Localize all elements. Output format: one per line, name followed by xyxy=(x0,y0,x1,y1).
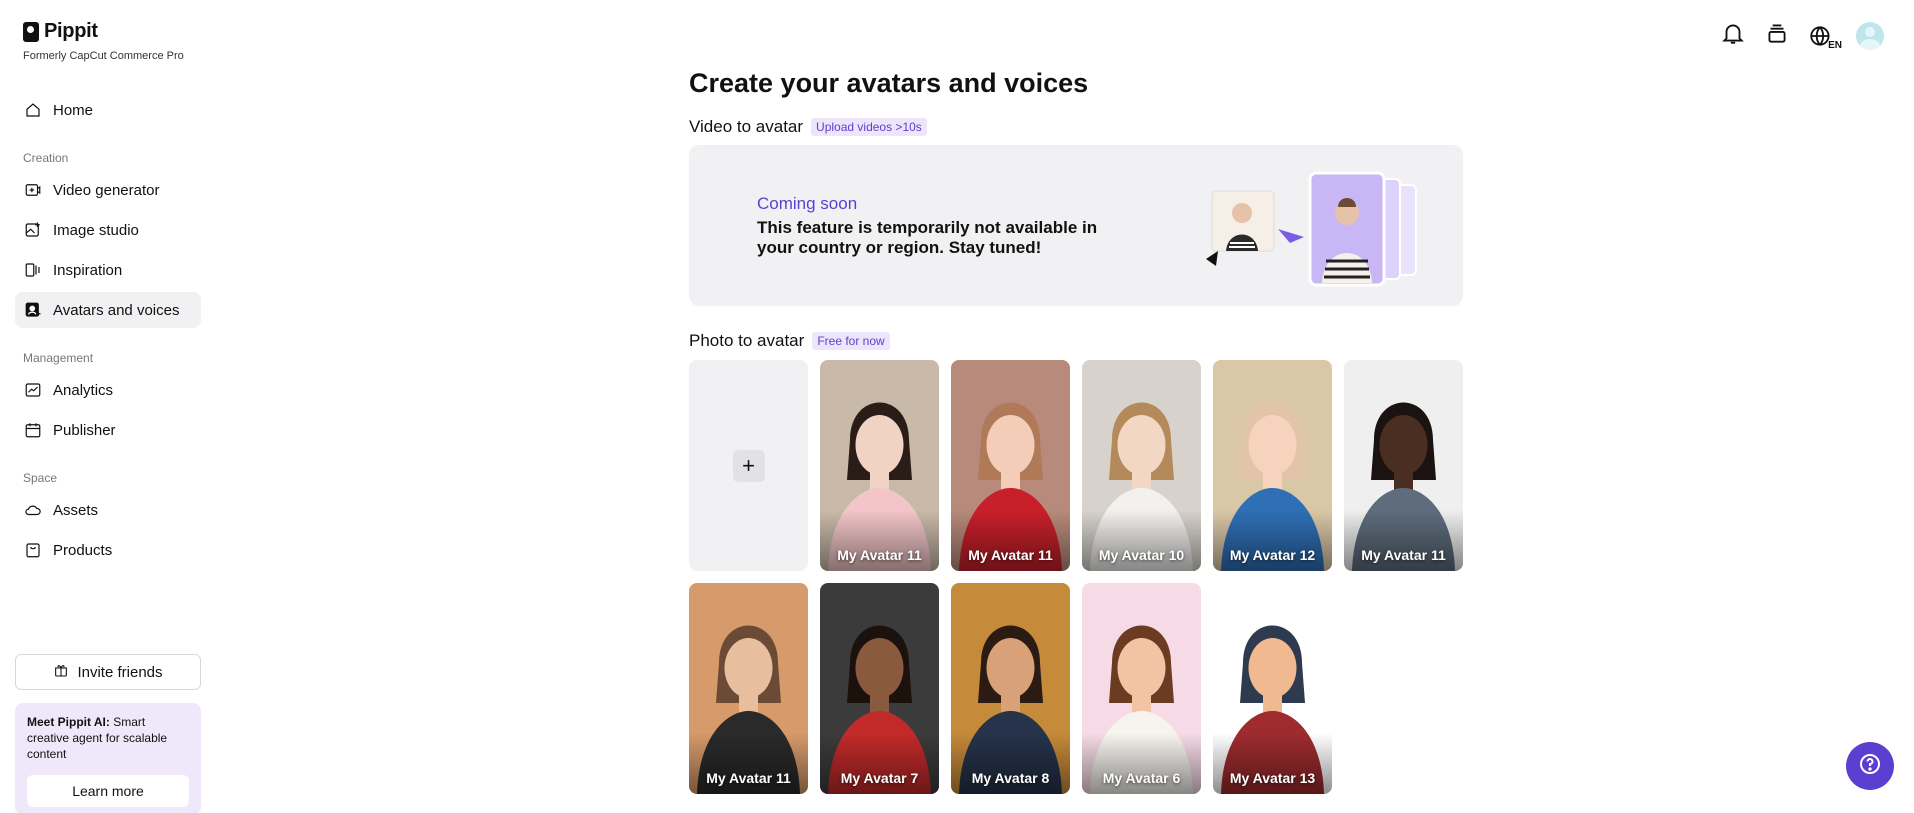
stack-icon[interactable] xyxy=(1764,20,1790,51)
avatar-card[interactable]: My Avatar 6 xyxy=(1082,583,1201,794)
avatar-portrait xyxy=(951,583,1070,794)
section-label-creation: Creation xyxy=(23,151,69,165)
sidebar-item-label: Assets xyxy=(53,501,99,519)
video-to-avatar-illustration xyxy=(1206,171,1417,287)
avatar-card[interactable]: My Avatar 11 xyxy=(1344,360,1463,571)
image-plus-icon xyxy=(24,221,42,239)
avatar-card-label: My Avatar 11 xyxy=(837,547,922,563)
avatar-icon xyxy=(24,301,42,319)
avatar-portrait xyxy=(1213,583,1332,794)
sidebar: Pippit Formerly CapCut Commerce Pro Home… xyxy=(0,0,210,813)
gift-icon xyxy=(53,662,69,682)
avatar-card-label: My Avatar 11 xyxy=(706,770,791,786)
sidebar-item-label: Products xyxy=(53,541,113,559)
promo-card: Meet Pippit AI: Smart creative agent for… xyxy=(15,703,201,813)
sidebar-item-inspiration[interactable]: Inspiration xyxy=(15,252,201,288)
avatar-card-label: My Avatar 8 xyxy=(971,770,1050,786)
sidebar-item-image-studio[interactable]: Image studio xyxy=(15,212,201,248)
language-selector[interactable]: EN xyxy=(1808,23,1842,51)
home-icon xyxy=(24,101,42,119)
avatar-card-label: My Avatar 6 xyxy=(1102,770,1181,786)
pippit-logo-icon xyxy=(23,21,39,42)
avatar-portrait xyxy=(1082,360,1201,571)
avatar-portrait xyxy=(1082,583,1201,794)
photo-to-avatar-header: Photo to avatar Free for now xyxy=(689,331,890,351)
sidebar-item-label: Avatars and voices xyxy=(53,301,180,319)
bag-icon xyxy=(24,541,42,559)
top-toolbar: EN xyxy=(1720,20,1884,51)
avatar-card-label: My Avatar 13 xyxy=(1229,770,1316,786)
avatar-portrait xyxy=(1213,360,1332,571)
sidebar-item-label: Video generator xyxy=(53,181,160,199)
avatar-card-label: My Avatar 12 xyxy=(1229,547,1316,563)
sidebar-item-products[interactable]: Products xyxy=(15,532,201,568)
sidebar-item-video-generator[interactable]: Video generator xyxy=(15,172,201,208)
avatar-card-label: My Avatar 11 xyxy=(1361,547,1446,563)
coming-soon-message: This feature is temporarily not availabl… xyxy=(757,218,1098,257)
learn-more-button[interactable]: Learn more xyxy=(27,775,189,807)
inspiration-icon xyxy=(24,261,42,279)
sidebar-item-assets[interactable]: Assets xyxy=(15,492,201,528)
sidebar-item-avatars-and-voices[interactable]: Avatars and voices xyxy=(15,292,201,328)
avatar-portrait xyxy=(820,583,939,794)
invite-friends-label: Invite friends xyxy=(77,663,163,681)
avatar-portrait xyxy=(951,360,1070,571)
cloud-icon xyxy=(24,501,42,519)
video-to-avatar-header: Video to avatar Upload videos >10s xyxy=(689,117,927,137)
avatar-portrait xyxy=(689,583,808,794)
coming-soon-banner: Coming soon This feature is temporarily … xyxy=(689,145,1463,306)
section-heading: Photo to avatar xyxy=(689,331,805,350)
brand-logo[interactable]: Pippit xyxy=(23,20,98,43)
avatar-card-label: My Avatar 10 xyxy=(1098,547,1185,563)
video-plus-icon xyxy=(24,181,42,199)
bell-icon[interactable] xyxy=(1720,20,1746,51)
coming-soon-title: Coming soon xyxy=(757,194,858,213)
invite-friends-button[interactable]: Invite friends xyxy=(15,654,201,690)
promo-text: Meet Pippit AI: Smart creative agent for… xyxy=(27,715,168,761)
section-heading: Video to avatar xyxy=(689,117,804,136)
upload-hint-badge: Upload videos >10s xyxy=(811,118,927,136)
help-button[interactable] xyxy=(1846,742,1894,790)
avatar-portrait xyxy=(820,360,939,571)
brand-name: Pippit xyxy=(44,20,98,42)
avatar-card[interactable]: My Avatar 8 xyxy=(951,583,1070,794)
free-badge: Free for now xyxy=(812,332,890,350)
language-code: EN xyxy=(1828,39,1842,51)
avatar-card[interactable]: My Avatar 11 xyxy=(951,360,1070,571)
sidebar-item-label: Analytics xyxy=(53,381,114,399)
question-icon xyxy=(1858,752,1882,781)
add-photo-avatar-card[interactable]: + xyxy=(689,360,808,571)
avatar-card-label: My Avatar 7 xyxy=(840,770,919,786)
section-label-space: Space xyxy=(23,471,58,485)
analytics-icon xyxy=(24,381,42,399)
avatar-card[interactable]: My Avatar 11 xyxy=(689,583,808,794)
sidebar-item-publisher[interactable]: Publisher xyxy=(15,412,201,448)
sidebar-item-label: Publisher xyxy=(53,421,116,439)
avatar-card-label: My Avatar 11 xyxy=(968,547,1053,563)
avatar-card[interactable]: My Avatar 7 xyxy=(820,583,939,794)
avatar-card[interactable]: My Avatar 12 xyxy=(1213,360,1332,571)
sidebar-item-label: Image studio xyxy=(53,221,139,239)
sidebar-item-analytics[interactable]: Analytics xyxy=(15,372,201,408)
section-label-management: Management xyxy=(23,351,94,365)
sidebar-item-label: Home xyxy=(53,101,94,119)
avatar-card[interactable]: My Avatar 10 xyxy=(1082,360,1201,571)
sidebar-item-home[interactable]: Home xyxy=(15,92,201,128)
user-avatar[interactable] xyxy=(1856,21,1884,50)
avatar-portrait xyxy=(1344,360,1463,571)
sidebar-item-label: Inspiration xyxy=(53,261,123,279)
brand-subtitle: Formerly CapCut Commerce Pro xyxy=(23,50,184,62)
plus-icon: + xyxy=(732,449,765,482)
avatar-card[interactable]: My Avatar 11 xyxy=(820,360,939,571)
calendar-icon xyxy=(24,421,42,439)
avatar-card[interactable]: My Avatar 13 xyxy=(1213,583,1332,794)
page-title: Create your avatars and voices xyxy=(689,68,1089,98)
